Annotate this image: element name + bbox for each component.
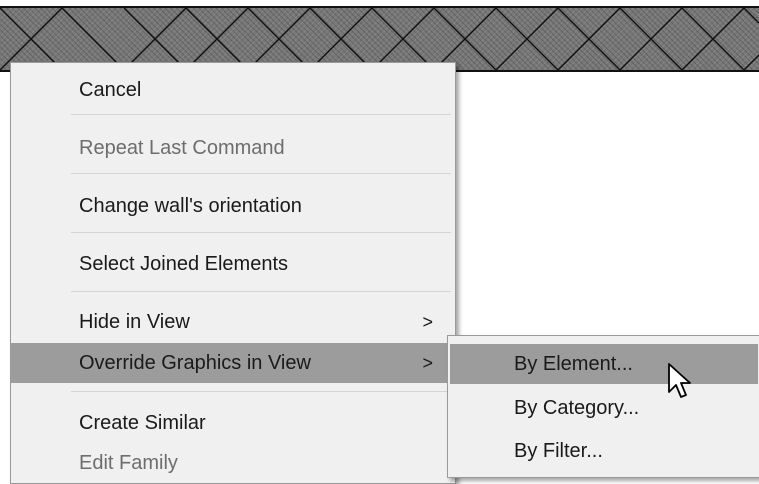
menu-item-label: Select Joined Elements <box>79 253 289 275</box>
menu-item-edit-family: Edit Family <box>11 443 455 483</box>
menu-item-label: Cancel <box>79 79 142 101</box>
menu-item-hide-in-view[interactable]: Hide in View > <box>11 302 455 342</box>
menu-item-change-wall-orientation[interactable]: Change wall's orientation <box>11 186 455 226</box>
submenu-item-by-element[interactable]: By Element... <box>450 344 758 384</box>
menu-item-label: Edit Family <box>79 452 178 474</box>
menu-separator <box>71 173 451 174</box>
override-graphics-submenu: By Element... By Category... By Filter..… <box>447 335 759 478</box>
menu-item-label: Hide in View <box>79 311 190 333</box>
chevron-right-icon: > <box>422 312 433 332</box>
menu-item-override-graphics-in-view[interactable]: Override Graphics in View > <box>11 343 455 383</box>
menu-item-label: Create Similar <box>79 412 206 434</box>
menu-separator <box>71 291 451 292</box>
menu-item-label: Override Graphics in View <box>79 352 311 374</box>
menu-separator <box>71 114 451 115</box>
menu-item-cancel[interactable]: Cancel <box>11 70 455 110</box>
submenu-item-by-filter[interactable]: By Filter... <box>450 431 758 471</box>
wall-element[interactable] <box>0 0 759 72</box>
menu-separator <box>71 391 451 392</box>
menu-item-repeat-last-command: Repeat Last Command <box>11 128 455 168</box>
chevron-right-icon: > <box>422 353 433 373</box>
submenu-item-label: By Filter... <box>514 440 603 462</box>
submenu-item-label: By Category... <box>514 397 640 419</box>
menu-item-create-similar[interactable]: Create Similar <box>11 403 455 443</box>
menu-item-label: Repeat Last Command <box>79 137 285 159</box>
menu-item-label: Change wall's orientation <box>79 195 302 217</box>
context-menu: Cancel Repeat Last Command Change wall's… <box>10 62 456 484</box>
submenu-item-by-category[interactable]: By Category... <box>450 388 758 428</box>
mouse-pointer-icon <box>668 363 691 398</box>
menu-item-select-joined-elements[interactable]: Select Joined Elements <box>11 244 455 284</box>
submenu-item-label: By Element... <box>514 353 633 375</box>
menu-separator <box>71 232 451 233</box>
